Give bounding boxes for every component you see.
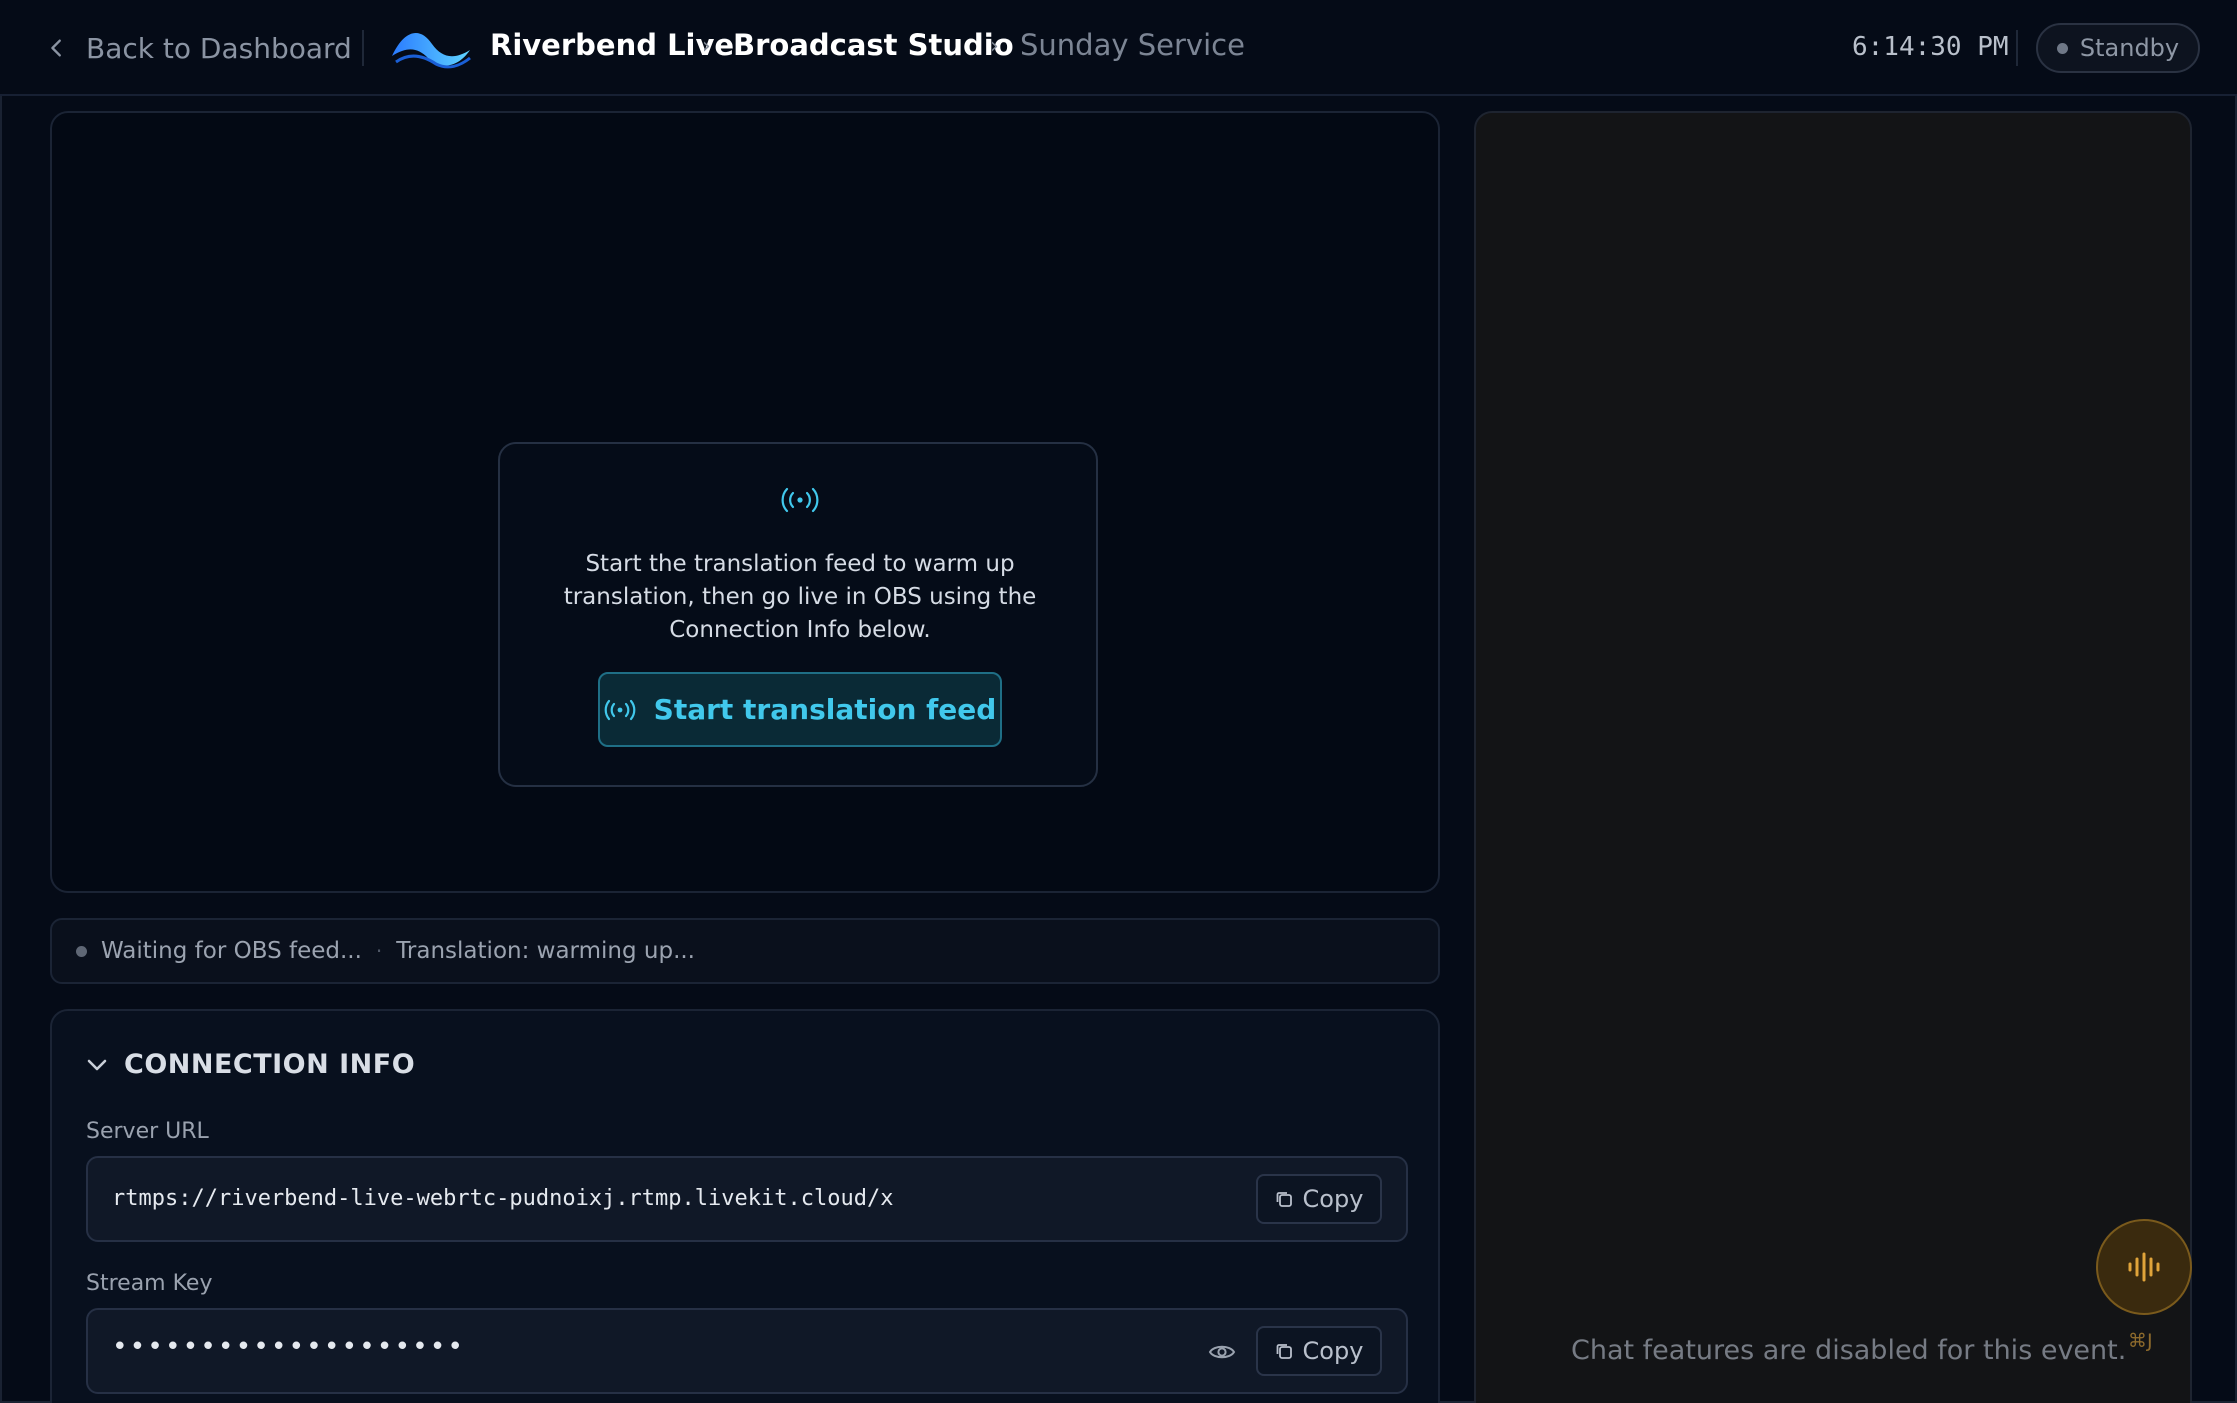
stream-key-value[interactable]: •••••••••••••••••••• xyxy=(112,1332,465,1362)
back-to-dashboard-link[interactable]: Back to Dashboard xyxy=(46,26,352,70)
voice-assistant-button[interactable] xyxy=(2096,1219,2192,1315)
status-badge: Standby xyxy=(2036,23,2200,73)
copy-label: Copy xyxy=(1302,1337,1364,1365)
copy-label: Copy xyxy=(1302,1185,1364,1213)
connection-info-title: CONNECTION INFO xyxy=(124,1049,416,1080)
chat-panel: Chat features are disabled for this even… xyxy=(1474,111,2192,1403)
feed-status-bar: Waiting for OBS feed... · Translation: w… xyxy=(50,918,1440,984)
chevron-down-icon xyxy=(87,1059,107,1070)
stream-key-label: Stream Key xyxy=(86,1271,213,1296)
start-prompt-card: Start the translation feed to warm up tr… xyxy=(498,442,1098,787)
breadcrumb-separator: › xyxy=(990,34,999,59)
start-button-label: Start translation feed xyxy=(653,693,997,726)
voice-shortcut-hint: ⌘J xyxy=(2128,1330,2153,1352)
start-translation-feed-button[interactable]: Start translation feed xyxy=(598,672,1002,747)
status-dot xyxy=(2056,42,2068,54)
status-separator: · xyxy=(375,939,383,963)
server-url-value[interactable]: rtmps://riverbend-live-webrtc-pudnoixj.r… xyxy=(112,1186,893,1211)
connection-info-panel: CONNECTION INFO Server URL rtmps://river… xyxy=(50,1009,1440,1403)
translation-status-text: Translation: warming up... xyxy=(396,938,695,964)
chat-disabled-message: Chat features are disabled for this even… xyxy=(1571,1335,2127,1366)
brand-wave-logo xyxy=(392,32,471,69)
broadcast-icon xyxy=(604,699,635,720)
copy-icon xyxy=(1276,1192,1292,1207)
start-prompt-text: Start the translation feed to warm up tr… xyxy=(563,551,1037,643)
status-label: Standby xyxy=(2079,34,2180,62)
breadcrumb-event: Sunday Service xyxy=(1020,28,1245,62)
copy-stream-key-button[interactable]: Copy xyxy=(1256,1326,1382,1376)
obs-status-dot xyxy=(76,945,87,957)
breadcrumb-separator: › xyxy=(702,34,711,59)
server-url-label: Server URL xyxy=(86,1119,209,1144)
stream-key-field: •••••••••••••••••••• Copy xyxy=(86,1308,1408,1394)
divider xyxy=(362,30,364,66)
chevron-left-icon xyxy=(51,39,61,57)
back-label: Back to Dashboard xyxy=(86,31,352,65)
audio-wave-icon xyxy=(2128,1252,2160,1282)
copy-server-url-button[interactable]: Copy xyxy=(1256,1174,1382,1224)
server-url-field: rtmps://riverbend-live-webrtc-pudnoixj.r… xyxy=(86,1156,1408,1242)
video-preview: Start the translation feed to warm up tr… xyxy=(50,111,1440,893)
eye-icon[interactable] xyxy=(1208,1340,1236,1364)
copy-icon xyxy=(1276,1344,1292,1359)
obs-status-text: Waiting for OBS feed... xyxy=(101,938,362,964)
clock: 6:14:30 PM xyxy=(1852,32,2009,62)
broadcast-icon xyxy=(781,487,819,513)
connection-info-toggle[interactable]: CONNECTION INFO xyxy=(86,1049,415,1080)
breadcrumb-studio[interactable]: Broadcast Studio xyxy=(733,28,1014,62)
top-bar: Back to Dashboard Riverbend Live › Broad… xyxy=(0,0,2237,96)
divider xyxy=(2016,30,2018,66)
brand-name: Riverbend Live xyxy=(490,28,735,62)
